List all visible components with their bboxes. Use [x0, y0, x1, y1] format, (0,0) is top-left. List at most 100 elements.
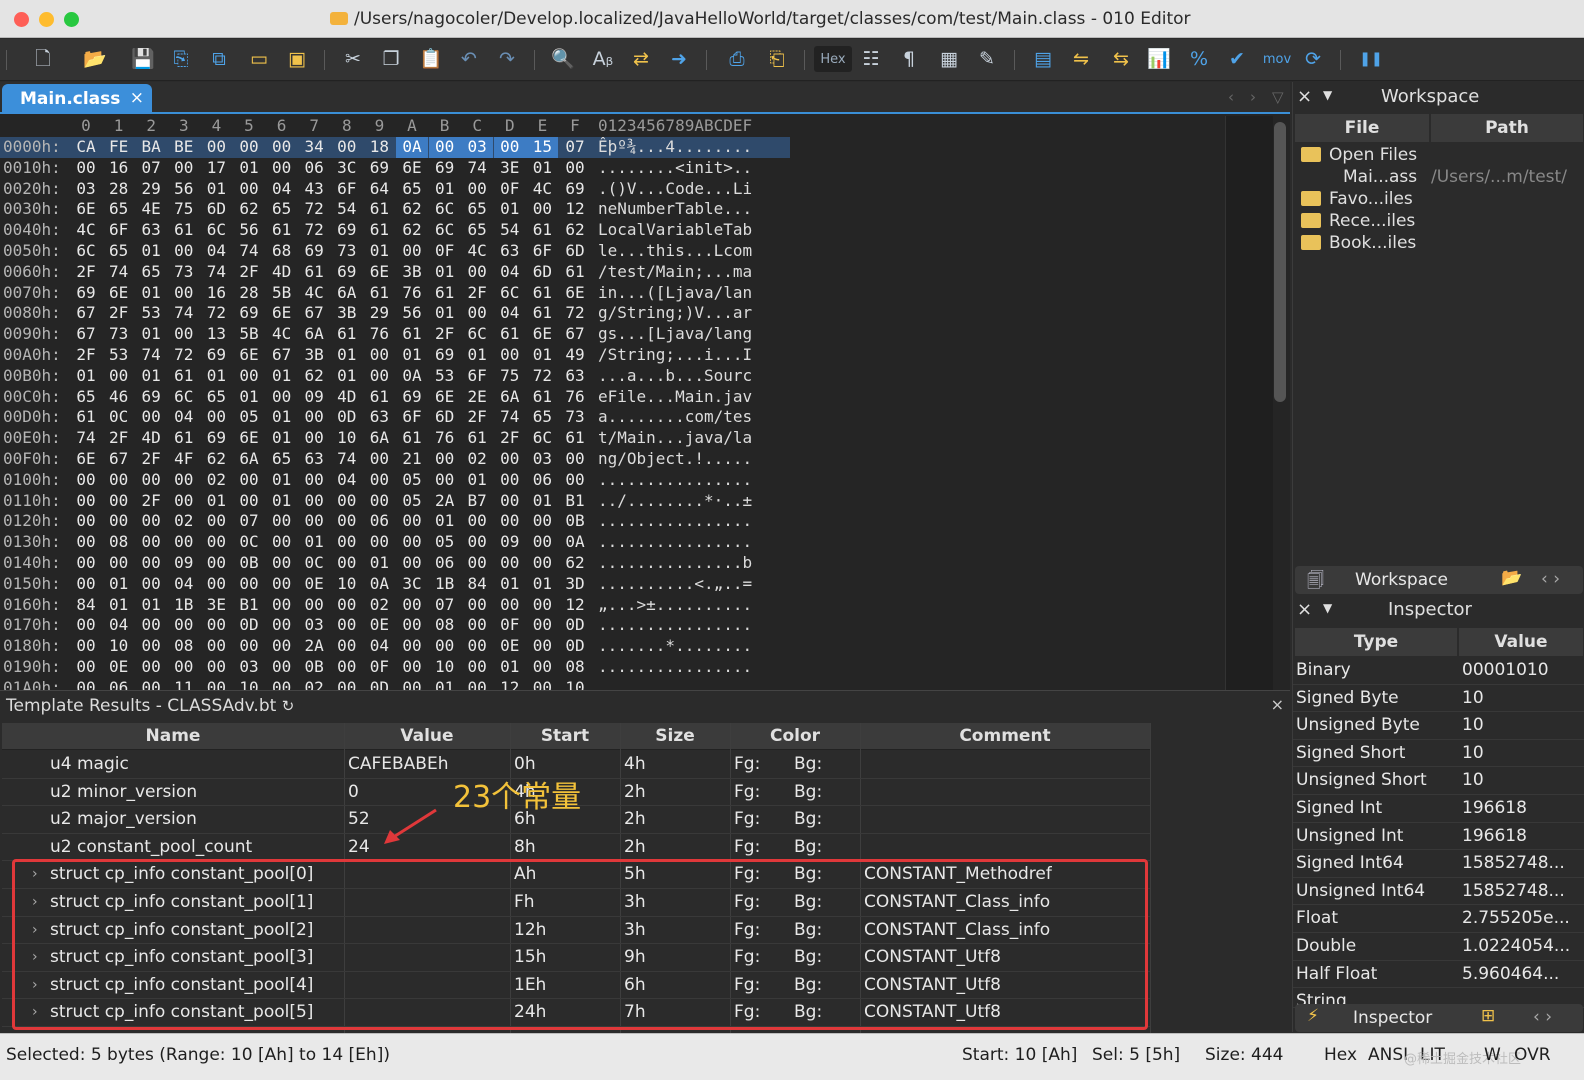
hex-byte[interactable]: 54: [331, 199, 363, 220]
overwrite-status[interactable]: OVR: [1514, 1045, 1551, 1065]
hex-byte[interactable]: 2F: [135, 449, 167, 470]
hex-byte[interactable]: 6E: [363, 262, 395, 283]
new-file-icon[interactable]: 🗋: [30, 46, 56, 72]
hex-byte[interactable]: 0F: [363, 657, 395, 678]
hex-byte[interactable]: 00: [461, 636, 493, 657]
tab-close-icon[interactable]: ×: [130, 88, 144, 108]
ascii-text[interactable]: gs...[Ljava/lang: [598, 324, 752, 345]
hex-byte[interactable]: 2F: [70, 262, 102, 283]
hex-byte[interactable]: 07: [135, 158, 167, 179]
ascii-text[interactable]: Êþº¾...4........: [598, 137, 752, 158]
hex-byte[interactable]: 01: [135, 241, 167, 262]
hex-byte[interactable]: 74: [200, 262, 232, 283]
hex-byte[interactable]: 0D: [559, 636, 591, 657]
hex-row[interactable]: 0170h: 00 04 00 00 00 0D 00 03 00 0E 00 08 00 0F 00 0D..…: [0, 615, 790, 636]
hex-byte[interactable]: 03: [461, 137, 494, 158]
hex-byte[interactable]: 00: [363, 345, 395, 366]
hex-byte[interactable]: 04: [494, 262, 526, 283]
hex-byte[interactable]: 2A: [429, 491, 461, 512]
hex-row[interactable]: 0080h: 67 2F 53 74 72 69 6E 67 3B 29 56 01 00 04 61 72 g/…: [0, 303, 790, 324]
hex-byte[interactable]: 01: [494, 657, 526, 678]
hex-byte[interactable]: 00: [526, 553, 558, 574]
hex-byte[interactable]: 00: [494, 345, 526, 366]
hex-byte[interactable]: 00: [494, 553, 526, 574]
hex-byte[interactable]: 00: [461, 553, 493, 574]
hex-byte[interactable]: 00: [526, 199, 558, 220]
hex-byte[interactable]: 6E: [103, 283, 135, 304]
hex-byte[interactable]: 18: [363, 137, 395, 158]
ascii-text[interactable]: /test/Main;...ma: [598, 262, 752, 283]
bookmarks-node[interactable]: Book...iles: [1301, 233, 1416, 253]
hex-byte[interactable]: 6A: [363, 428, 395, 449]
hex-byte[interactable]: 00: [494, 470, 526, 491]
open-file-item[interactable]: Mai...ass: [1343, 167, 1417, 187]
hex-byte[interactable]: 62: [559, 553, 591, 574]
hex-byte[interactable]: 00: [266, 137, 298, 158]
hex-byte[interactable]: 10: [429, 657, 461, 678]
hex-byte[interactable]: 2F: [429, 324, 461, 345]
hex-byte[interactable]: 00: [494, 449, 526, 470]
hex-byte[interactable]: 6C: [494, 283, 526, 304]
hex-byte[interactable]: 00: [331, 532, 363, 553]
hex-byte[interactable]: 00: [266, 532, 298, 553]
hex-byte[interactable]: 6C: [168, 387, 200, 408]
hex-byte[interactable]: 00: [494, 491, 526, 512]
encoding-status[interactable]: ANSI: [1368, 1045, 1408, 1065]
hex-byte[interactable]: 00: [135, 615, 167, 636]
hex-byte[interactable]: 03: [70, 179, 102, 200]
hex-byte[interactable]: 61: [298, 262, 330, 283]
percent-icon[interactable]: %: [1186, 46, 1212, 72]
hex-byte[interactable]: 01: [461, 345, 493, 366]
base-converter-icon[interactable]: ⟳: [1300, 46, 1326, 72]
hex-byte[interactable]: 0B: [233, 553, 265, 574]
hex-byte[interactable]: 0C: [298, 553, 330, 574]
hex-byte[interactable]: 6E: [70, 449, 102, 470]
hex-byte[interactable]: 74: [461, 158, 493, 179]
hex-byte[interactable]: 00: [429, 636, 461, 657]
ascii-text[interactable]: ../........*·..±: [598, 491, 752, 512]
hex-byte[interactable]: 76: [396, 283, 428, 304]
hex-byte[interactable]: 6C: [200, 220, 232, 241]
ascii-text[interactable]: a........com/tes: [598, 407, 752, 428]
hex-byte[interactable]: 00: [70, 532, 102, 553]
ascii-text[interactable]: LocalVariableTab: [598, 220, 752, 241]
hex-byte[interactable]: 61: [266, 220, 298, 241]
hex-byte[interactable]: 6E: [429, 387, 461, 408]
hex-byte[interactable]: 07: [429, 595, 461, 616]
hex-byte[interactable]: 00: [461, 678, 493, 690]
histogram-icon[interactable]: 📊: [1146, 46, 1172, 72]
hex-byte[interactable]: 01: [429, 179, 461, 200]
hex-byte[interactable]: 00: [70, 511, 102, 532]
hex-byte[interactable]: 00: [429, 470, 461, 491]
col-size[interactable]: Size: [620, 726, 730, 746]
hex-byte[interactable]: 01: [200, 491, 232, 512]
hex-byte[interactable]: 01: [266, 366, 298, 387]
hex-byte[interactable]: 00: [298, 428, 330, 449]
hex-byte[interactable]: 67: [70, 303, 102, 324]
write-status[interactable]: W: [1484, 1045, 1501, 1065]
hex-byte[interactable]: 15: [526, 137, 559, 158]
hex-byte[interactable]: 84: [461, 574, 493, 595]
ascii-text[interactable]: ng/Object.!.....: [598, 449, 752, 470]
hex-byte[interactable]: 6E: [526, 324, 558, 345]
hex-byte[interactable]: 01: [526, 345, 558, 366]
hex-byte[interactable]: 0E: [363, 615, 395, 636]
find-icon[interactable]: 🔍: [550, 46, 576, 72]
ascii-text[interactable]: ................: [598, 657, 752, 678]
inspector-row[interactable]: Float 2.755205e...: [1293, 905, 1584, 933]
inspector-row[interactable]: Signed Byte 10: [1293, 685, 1584, 713]
hex-byte[interactable]: 00: [135, 470, 167, 491]
hex-byte[interactable]: 6F: [331, 179, 363, 200]
hex-byte[interactable]: 0D: [233, 615, 265, 636]
hex-byte[interactable]: 74: [103, 262, 135, 283]
hex-byte[interactable]: 6E: [559, 283, 591, 304]
workspace-col-file[interactable]: File: [1295, 114, 1429, 142]
hex-byte[interactable]: 65: [396, 179, 428, 200]
hex-byte[interactable]: 4C: [266, 324, 298, 345]
hex-byte[interactable]: 00: [461, 595, 493, 616]
close-window-button[interactable]: [14, 12, 29, 27]
hex-row[interactable]: 0190h: 00 0E 00 00 00 03 00 0B 00 0F 00 10 00 01 00 08..…: [0, 657, 790, 678]
hex-byte[interactable]: 12: [559, 595, 591, 616]
recent-node[interactable]: Rece...iles: [1301, 211, 1415, 231]
hex-byte[interactable]: 74: [233, 241, 265, 262]
